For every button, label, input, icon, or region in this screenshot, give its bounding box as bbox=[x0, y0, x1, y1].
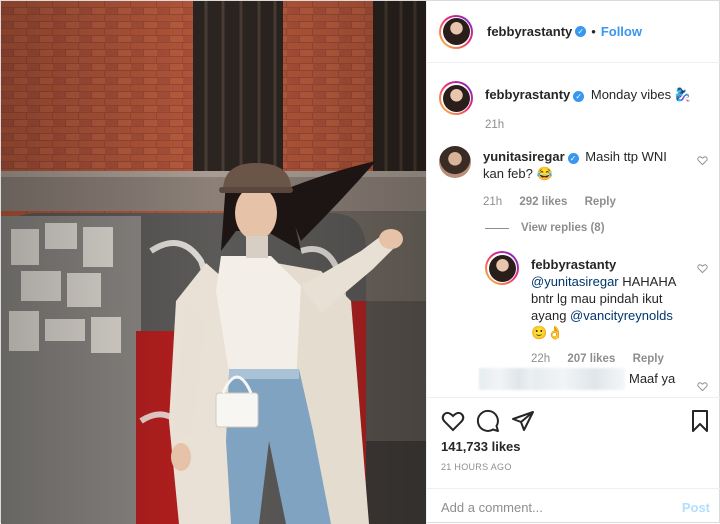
partial-comment-text: Maaf ya bbox=[629, 371, 676, 386]
view-replies-label: View replies (8) bbox=[521, 222, 605, 234]
post-header: febbyrastanty ✓ • Follow bbox=[427, 1, 720, 63]
add-comment-bar: Add a comment... Post bbox=[427, 488, 720, 524]
heart-icon[interactable] bbox=[697, 381, 708, 392]
comment-text-line2: kan feb? 😂 bbox=[483, 166, 553, 181]
post-photo-illustration bbox=[1, 1, 426, 524]
comment-likes[interactable]: 292 likes bbox=[519, 196, 567, 208]
instagram-post: febbyrastanty ✓ • Follow febbyrastanty ✓ … bbox=[0, 0, 720, 524]
heart-icon[interactable] bbox=[697, 155, 708, 166]
view-replies-button[interactable]: View replies (8) bbox=[485, 222, 605, 234]
comment-text-line1: Masih ttp WNI bbox=[585, 149, 667, 164]
comment-row: yunitasiregar ✓ Masih ttp WNI kan feb? 😂 … bbox=[439, 146, 693, 211]
share-icon[interactable] bbox=[511, 409, 535, 433]
reply-mention-1[interactable]: @yunitasiregar bbox=[531, 274, 619, 289]
comment-input[interactable]: Add a comment... bbox=[441, 500, 543, 515]
post-time[interactable]: 21 HOURS AGO bbox=[441, 462, 512, 472]
reply-reply-button[interactable]: Reply bbox=[633, 353, 664, 365]
heart-icon[interactable] bbox=[441, 409, 465, 433]
reply-text-b: bntr lg mau pindah ikut bbox=[531, 291, 663, 306]
comment-reply-button[interactable]: Reply bbox=[585, 196, 616, 208]
reply-text-a: HAHAHA bbox=[618, 274, 677, 289]
caption-avatar[interactable] bbox=[439, 81, 473, 115]
reply-text-c: ayang bbox=[531, 308, 571, 323]
caption-text: Monday vibes bbox=[590, 87, 672, 102]
caption-time[interactable]: 21h bbox=[485, 119, 504, 131]
post-photo[interactable] bbox=[1, 1, 426, 524]
follow-button[interactable]: Follow bbox=[601, 24, 642, 39]
post-comment-button[interactable]: Post bbox=[682, 500, 710, 515]
verified-badge-icon: ✓ bbox=[575, 26, 587, 37]
post-side-panel: febbyrastanty ✓ • Follow febbyrastanty ✓ … bbox=[426, 1, 720, 524]
comments-list[interactable]: febbyrastanty ✓ Monday vibes 🧞‍♀️ 21h yun… bbox=[427, 64, 720, 396]
comment-icon[interactable] bbox=[476, 409, 500, 433]
comment-username[interactable]: yunitasiregar bbox=[483, 149, 565, 164]
header-separator: • bbox=[591, 24, 596, 39]
reply-avatar[interactable] bbox=[485, 251, 519, 285]
blurred-avatar bbox=[479, 368, 539, 390]
reply-time[interactable]: 22h bbox=[531, 353, 550, 365]
caption-emoji: 🧞‍♀️ bbox=[674, 87, 691, 102]
view-replies-divider bbox=[485, 227, 509, 229]
likes-count[interactable]: 141,733 likes bbox=[441, 439, 521, 454]
post-actions: 141,733 likes 21 HOURS AGO bbox=[427, 397, 720, 482]
heart-icon[interactable] bbox=[697, 263, 708, 274]
reply-likes[interactable]: 207 likes bbox=[567, 353, 615, 365]
reply-mention-2[interactable]: @vancityreynolds bbox=[570, 308, 673, 323]
reply-row: febbyrastanty @yunitasiregar HAHAHA bntr… bbox=[485, 251, 701, 368]
caption-username[interactable]: febbyrastanty bbox=[485, 87, 570, 102]
comment-time[interactable]: 21h bbox=[483, 196, 502, 208]
reply-username[interactable]: febbyrastanty bbox=[531, 257, 616, 272]
commenter-avatar[interactable] bbox=[439, 146, 471, 178]
author-avatar[interactable] bbox=[439, 14, 473, 49]
bookmark-icon[interactable] bbox=[688, 409, 712, 433]
caption-row: febbyrastanty ✓ Monday vibes 🧞‍♀️ 21h bbox=[439, 81, 691, 134]
partial-comment-row: Maaf ya bbox=[629, 371, 675, 386]
blurred-username bbox=[533, 368, 625, 390]
reply-emojis: 🙂👌 bbox=[531, 325, 564, 340]
verified-badge-icon: ✓ bbox=[573, 91, 585, 102]
header-username[interactable]: febbyrastanty bbox=[487, 24, 572, 39]
verified-badge-icon: ✓ bbox=[567, 153, 579, 164]
